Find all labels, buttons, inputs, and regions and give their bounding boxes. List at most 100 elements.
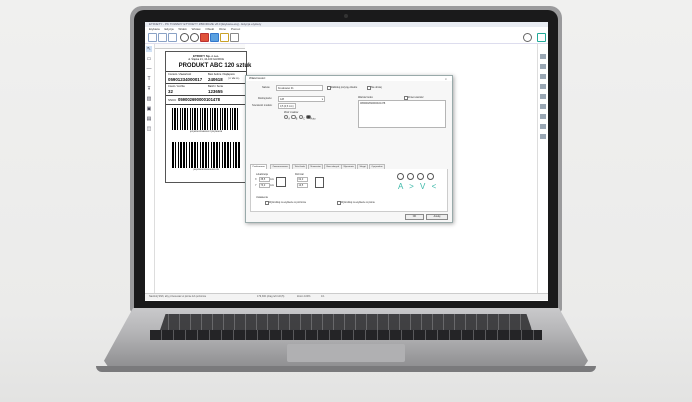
tab-panel: Lokalizacja X 38,5 mm Y 73,0 mm Rozmiar … xyxy=(250,169,448,212)
settings-label: Ustawienia xyxy=(256,196,268,199)
left-toolbox: ↖ ▭ — T Ŧ ▥ ▣ ▤ ◫ xyxy=(145,44,155,294)
status-page: 1/1 xyxy=(321,295,325,298)
right-toolbox xyxy=(537,44,548,294)
tool-red-icon[interactable] xyxy=(200,33,209,42)
save-icon[interactable] xyxy=(168,33,177,42)
radio-a-label: A xyxy=(288,117,290,121)
run-icon[interactable] xyxy=(537,33,546,42)
width-field[interactable]: 62,0 xyxy=(297,177,308,182)
type-select[interactable]: 128 ▾ xyxy=(278,96,325,102)
rectangle-icon[interactable]: ▭ xyxy=(146,56,152,62)
laptop-foot xyxy=(96,366,596,372)
group-icon[interactable] xyxy=(540,134,546,139)
charset-label: Zbiór znaków xyxy=(284,111,299,114)
print-icon[interactable] xyxy=(180,33,189,42)
change-value-label: Zmień wartość xyxy=(408,96,424,99)
trackpad xyxy=(287,344,405,362)
x-value: 38,5 xyxy=(260,178,266,181)
image-icon[interactable]: ▣ xyxy=(146,106,152,112)
anchor-grid-icon[interactable] xyxy=(276,177,286,187)
center-horizontal-label: Wyśrodkuj na etykiecie w poziomie xyxy=(269,201,307,204)
chevron-down-icon: ▾ xyxy=(321,97,323,101)
shape-icon[interactable]: ◫ xyxy=(146,126,152,132)
cancel-label: Anuluj xyxy=(433,215,441,218)
open-icon[interactable] xyxy=(158,33,167,42)
label-canvas[interactable]: ETROFY Sp. z o.o. ul. Śląska 21, 44-100 … xyxy=(165,51,251,183)
x-unit: mm xyxy=(270,178,274,181)
rotate-90-icon[interactable] xyxy=(407,173,414,180)
charset-options: A B C Auto xyxy=(284,115,315,120)
align-right-icon[interactable] xyxy=(540,74,546,79)
size-box-icon[interactable] xyxy=(315,177,324,188)
barcode-sscc[interactable] xyxy=(172,142,240,168)
barcode-gs1[interactable] xyxy=(172,108,240,130)
rotate-0-icon[interactable] xyxy=(397,173,404,180)
module-label: Szerokość modułu: xyxy=(252,104,273,107)
settings-icon[interactable] xyxy=(220,33,229,42)
best-before-header: Best before / Najlepsze xyxy=(208,73,235,76)
text-icon[interactable]: T xyxy=(146,76,152,82)
y-value: 73,0 xyxy=(260,184,266,187)
screen: ETIKIETY - PK TOWARY ETYKIETY ZBIORCZE v… xyxy=(145,22,548,301)
rotate-180-icon[interactable] xyxy=(417,173,424,180)
barcode-gs1-text: (02)05901234000017(15)240618 xyxy=(189,131,223,133)
variable-text-icon[interactable]: Ŧ xyxy=(146,86,152,92)
preview-icon[interactable] xyxy=(190,33,199,42)
y-label: Y xyxy=(255,184,257,187)
layer-icon[interactable] xyxy=(540,124,546,129)
divider xyxy=(166,71,246,72)
barcode-icon[interactable]: ▥ xyxy=(146,96,152,102)
code-value: 0059002690000101478 xyxy=(360,102,386,105)
type-value: 128 xyxy=(280,97,284,101)
zoom-icon[interactable] xyxy=(523,33,532,42)
align-center-icon[interactable] xyxy=(540,64,546,69)
line-icon[interactable]: — xyxy=(146,66,152,72)
barcode-sscc-text: (00)059002690000101478 xyxy=(193,169,219,171)
height-field[interactable]: 10,5 xyxy=(297,183,308,188)
keyboard-row xyxy=(150,330,542,340)
pointer-icon[interactable]: ↖ xyxy=(146,46,152,52)
sscc-value: 059002690000101478 xyxy=(178,97,220,102)
close-icon[interactable]: × xyxy=(445,77,447,81)
name-value: Kreskowiec 01 xyxy=(278,86,294,90)
hide-label: Nie drukuj xyxy=(371,86,382,89)
ok-label: OK xyxy=(412,215,417,218)
rotate-270-icon[interactable] xyxy=(427,173,434,180)
dialog-title: Właściwości xyxy=(246,76,452,81)
product-name: PRODUKT ABC 120 sztuk xyxy=(178,63,252,69)
width-value: 62,0 xyxy=(298,178,304,181)
ruler xyxy=(155,44,245,49)
align-bottom-icon[interactable] xyxy=(540,104,546,109)
align-middle-icon[interactable] xyxy=(540,94,546,99)
code-value-label: Wartość kodu: xyxy=(358,96,374,99)
module-value: 0,5 (0,5 mm) xyxy=(280,104,294,108)
status-text: Naciśnij Shift, aby przesuwać w pionie l… xyxy=(149,295,207,298)
code-value-field[interactable]: 0059002690000101478 xyxy=(358,100,446,128)
divider xyxy=(166,83,246,84)
y-field[interactable]: 73,0 xyxy=(259,183,270,188)
properties-dialog: Właściwości × Nazwa: Kreskowiec 01 Zablo… xyxy=(245,75,453,223)
status-zoom: Zoom 100% xyxy=(297,295,311,298)
name-label: Nazwa: xyxy=(262,86,270,89)
orientation-arrows: A > V < xyxy=(398,182,439,191)
best-before-suffix: (YY MM DD) xyxy=(228,78,240,80)
module-select[interactable]: 0,5 (0,5 mm) xyxy=(278,103,296,109)
height-value: 10,5 xyxy=(298,184,304,187)
divider xyxy=(166,95,246,96)
type-label: Rodzaj kodu: xyxy=(258,97,272,100)
tool-blue-icon[interactable] xyxy=(210,33,219,42)
x-field[interactable]: 38,5 xyxy=(259,177,270,182)
status-bar: Naciśnij Shift, aby przesuwać w pionie l… xyxy=(145,293,548,300)
lock-label: Zablokuj pozycję obiektu xyxy=(331,86,358,89)
distribute-icon[interactable] xyxy=(540,114,546,119)
name-field[interactable]: Kreskowiec 01 xyxy=(276,85,323,91)
cancel-button[interactable]: Anuluj xyxy=(426,214,448,220)
help-icon[interactable] xyxy=(230,33,239,42)
ok-button[interactable]: OK xyxy=(405,214,424,220)
new-icon[interactable] xyxy=(148,33,157,42)
divider xyxy=(166,104,246,105)
align-left-icon[interactable] xyxy=(540,54,546,59)
status-coords: 179,300 (drag left 120,5) xyxy=(257,295,285,298)
database-icon[interactable]: ▤ xyxy=(146,116,152,122)
align-top-icon[interactable] xyxy=(540,84,546,89)
